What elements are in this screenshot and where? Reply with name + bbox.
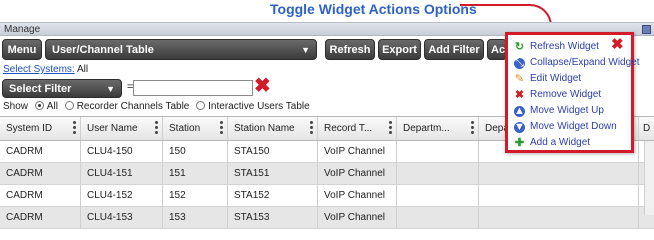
table-row[interactable]: CADRM CLU4-151 151 STA151 VoIP Channel	[0, 163, 654, 185]
caption-text: Toggle Widget Actions Options	[270, 1, 477, 17]
cell-department-2	[479, 163, 639, 184]
column-header[interactable]: Record T...	[318, 117, 397, 140]
radio-all-label: All	[46, 101, 58, 112]
actions-button[interactable]: Ac	[487, 39, 507, 60]
cell-department	[397, 207, 479, 228]
table-select-value: User/Channel Table	[52, 44, 154, 56]
cell-record-type: VoIP Channel	[318, 163, 397, 184]
vertical-scrollbar[interactable]	[644, 141, 654, 215]
widget-actions-toggle-icon[interactable]	[642, 25, 651, 34]
cell-system-id: CADRM	[0, 185, 81, 206]
table-select[interactable]: User/Channel Table ▼	[45, 39, 317, 60]
export-button[interactable]: Export	[378, 39, 421, 60]
refresh-icon: ↻	[514, 41, 525, 53]
close-icon[interactable]: ✖	[611, 37, 624, 52]
plus-icon: ✚	[514, 137, 525, 149]
remove-icon: ✖	[514, 89, 525, 101]
cell-system-id: CADRM	[0, 141, 81, 162]
column-header[interactable]: Departm...	[397, 117, 479, 140]
cell-user-name: CLU4-152	[81, 185, 163, 206]
widget-title: Manage	[4, 24, 41, 35]
widget-actions-menu: ↻ Refresh Widget ✖ ⤡ Collapse/Expand Wid…	[505, 32, 640, 153]
cell-department-2	[479, 207, 639, 228]
menu-item-move-up[interactable]: ▲ Move Widget Up	[512, 103, 630, 119]
menu-item-move-down[interactable]: ▼ Move Widget Down	[512, 119, 630, 135]
select-systems-link[interactable]: Select Systems:	[3, 64, 75, 75]
refresh-button[interactable]: Refresh	[325, 39, 375, 60]
radio-interactive-users-label: Interactive Users Table	[208, 101, 310, 112]
menu-item-remove-widget[interactable]: ✖ Remove Widget	[512, 87, 630, 103]
cell-department-2	[479, 185, 639, 206]
radio-recorder-channels[interactable]	[64, 101, 74, 110]
menu-item-add-widget[interactable]: ✚ Add a Widget	[512, 135, 630, 151]
collapse-expand-icon: ⤡	[514, 57, 525, 69]
cell-department	[397, 163, 479, 184]
arrow-up-icon: ▲	[514, 105, 525, 117]
menu-item-edit-widget[interactable]: ✎ Edit Widget	[512, 71, 630, 87]
systems-row: Select Systems: All	[3, 64, 88, 75]
cell-station-name: STA151	[228, 163, 318, 184]
cell-user-name: CLU4-153	[81, 207, 163, 228]
arrow-down-icon: ▼	[514, 121, 525, 133]
cell-department	[397, 185, 479, 206]
show-options: Show All Recorder Channels Table Interac…	[3, 101, 310, 112]
filter-value-input[interactable]	[133, 80, 253, 96]
chevron-down-icon: ▼	[301, 45, 310, 55]
radio-recorder-channels-label: Recorder Channels Table	[76, 101, 190, 112]
cell-record-type: VoIP Channel	[318, 185, 397, 206]
cell-record-type: VoIP Channel	[318, 141, 397, 162]
annotation-caption: Toggle Widget Actions Options	[0, 0, 654, 22]
column-header[interactable]: D	[639, 117, 654, 140]
cell-system-id: CADRM	[0, 163, 81, 184]
column-header[interactable]: Station Name	[228, 117, 318, 140]
edit-icon: ✎	[514, 73, 525, 85]
systems-value: All	[76, 64, 89, 75]
cell-station-name: STA152	[228, 185, 318, 206]
menu-item-collapse-expand[interactable]: ⤡ Collapse/Expand Widget	[512, 55, 640, 71]
column-menu-icon[interactable]	[310, 121, 313, 135]
clear-filter-icon[interactable]: ✖	[254, 76, 271, 96]
menu-button[interactable]: Menu	[2, 39, 42, 60]
column-header[interactable]: Station	[163, 117, 228, 140]
cell-station: 153	[163, 207, 228, 228]
show-label: Show	[3, 101, 29, 112]
column-header[interactable]: System ID	[0, 117, 81, 140]
cell-user-name: CLU4-150	[81, 141, 163, 162]
column-header[interactable]: User Name	[81, 117, 163, 140]
cell-user-name: CLU4-151	[81, 163, 163, 184]
cell-department	[397, 141, 479, 162]
cell-station: 150	[163, 141, 228, 162]
filter-select-label: Select Filter	[9, 83, 72, 95]
cell-station: 151	[163, 163, 228, 184]
table-row[interactable]: CADRM CLU4-152 152 STA152 VoIP Channel	[0, 185, 654, 207]
filter-select[interactable]: Select Filter ▼	[2, 79, 122, 98]
table-row[interactable]: CADRM CLU4-153 153 STA153 VoIP Channel	[0, 207, 654, 229]
cell-system-id: CADRM	[0, 207, 81, 228]
cell-station-name: STA153	[228, 207, 318, 228]
radio-interactive-users[interactable]	[196, 101, 206, 110]
column-menu-icon[interactable]	[155, 121, 158, 135]
column-menu-icon[interactable]	[471, 121, 474, 135]
chevron-down-icon: ▼	[106, 84, 115, 94]
filter-row: Select Filter ▼ = ✖	[2, 76, 282, 98]
cell-record-type: VoIP Channel	[318, 207, 397, 228]
cell-station: 152	[163, 185, 228, 206]
radio-all[interactable]	[34, 101, 44, 110]
column-menu-icon[interactable]	[73, 121, 76, 135]
add-filter-button[interactable]: Add Filter	[424, 39, 484, 60]
column-menu-icon[interactable]	[220, 121, 223, 135]
column-menu-icon[interactable]	[389, 121, 392, 135]
cell-station-name: STA150	[228, 141, 318, 162]
